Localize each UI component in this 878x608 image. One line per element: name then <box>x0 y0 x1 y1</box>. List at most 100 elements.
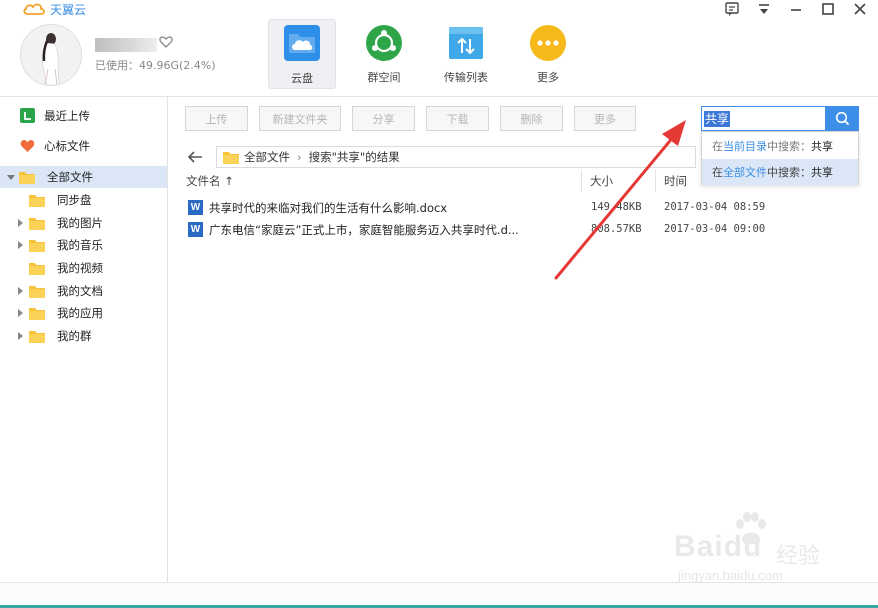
word-doc-icon: W <box>188 222 203 237</box>
sidebar-item-label: 我的图片 <box>57 216 103 230</box>
search-input-value: 共享 <box>704 110 731 127</box>
sidebar-item-label: 我的音乐 <box>57 238 103 252</box>
sidebar-item-label: 我的应用 <box>57 306 103 320</box>
suggestion-keyword: 共享 <box>811 166 833 179</box>
table-row[interactable]: W 共享时代的来临对我们的生活有什么影响.docx 149.48KB 2017-… <box>180 197 860 219</box>
sidebar-item-my-videos[interactable]: 我的视频 <box>0 257 167 279</box>
search-input[interactable]: 共享 <box>701 106 826 131</box>
upload-button[interactable]: 上传 <box>185 106 248 131</box>
back-arrow-icon[interactable] <box>187 150 203 164</box>
suggestion-keyword: 共享 <box>811 140 833 153</box>
file-time: 2017-03-04 08:59 <box>664 201 766 213</box>
watermark-url: jingyan.baidu.com <box>678 568 783 583</box>
sidebar-item-my-music[interactable]: 我的音乐 <box>0 234 167 256</box>
file-name[interactable]: 共享时代的来临对我们的生活有什么影响.docx <box>209 200 447 216</box>
breadcrumb-separator-icon: › <box>297 150 302 164</box>
more-button[interactable]: 更多 <box>574 106 636 131</box>
tab-more[interactable]: 更多 <box>514 19 582 89</box>
tab-cloud-drive[interactable]: 云盘 <box>268 19 336 89</box>
search-button[interactable] <box>825 106 859 131</box>
suggestion-scope: 当前目录 <box>723 140 767 153</box>
cloud-drive-icon <box>284 25 320 61</box>
share-button[interactable]: 分享 <box>352 106 415 131</box>
expand-right-icon[interactable] <box>18 332 23 340</box>
sidebar-item-my-pictures[interactable]: 我的图片 <box>0 212 167 234</box>
word-doc-icon: W <box>188 200 203 215</box>
folder-icon <box>29 218 45 230</box>
tab-label: 传输列表 <box>444 71 488 84</box>
folder-icon <box>223 151 239 164</box>
group-space-icon <box>366 25 402 61</box>
folder-icon <box>29 286 45 298</box>
expand-down-icon[interactable] <box>7 175 15 180</box>
folder-icon <box>29 195 45 207</box>
folder-icon <box>29 240 45 252</box>
feedback-icon[interactable] <box>724 1 740 17</box>
sidebar-item-all-files[interactable]: 全部文件 <box>0 166 167 188</box>
sidebar: 最近上传 心标文件 全部文件 同步盘 我的图片 我的音乐 我的视频 我的文档 我… <box>0 97 168 582</box>
sidebar-item-my-apps[interactable]: 我的应用 <box>0 302 167 324</box>
suggestion-scope: 全部文件 <box>723 166 767 179</box>
sidebar-item-my-documents[interactable]: 我的文档 <box>0 280 167 302</box>
sidebar-item-my-groups[interactable]: 我的群 <box>0 325 167 347</box>
suggestion-all-files[interactable]: 在 全部文件 中搜索： 共享 <box>702 159 858 185</box>
menu-icon[interactable] <box>756 1 772 17</box>
folder-icon <box>29 308 45 320</box>
expand-right-icon[interactable] <box>18 219 23 227</box>
column-header-time[interactable]: 时间 <box>664 168 687 194</box>
expand-right-icon[interactable] <box>18 241 23 249</box>
breadcrumb-root[interactable]: 全部文件 <box>244 149 290 165</box>
folder-icon <box>19 172 35 184</box>
more-icon <box>530 25 566 61</box>
tab-transfer-list[interactable]: 传输列表 <box>432 19 500 89</box>
watermark-sub: 经验 <box>776 544 821 569</box>
suggestion-prefix: 在 <box>712 166 723 179</box>
folder-icon <box>29 331 45 343</box>
sidebar-item-label: 我的群 <box>57 329 92 343</box>
expand-right-icon[interactable] <box>18 287 23 295</box>
table-row[interactable]: W 广东电信“家庭云”正式上市，家庭智能服务迈入共享时代.d... 808.57… <box>180 219 860 241</box>
tab-label: 群空间 <box>367 71 401 84</box>
folder-icon <box>29 263 45 275</box>
heart-icon <box>20 140 35 152</box>
breadcrumb-current: 搜索"共享"的结果 <box>308 150 400 164</box>
breadcrumb: 全部文件 › 搜索"共享"的结果 <box>216 146 696 168</box>
download-button[interactable]: 下载 <box>426 106 489 131</box>
suggestion-suffix: 中搜索： <box>767 140 811 153</box>
file-time: 2017-03-04 09:00 <box>664 223 766 235</box>
sidebar-item-label: 我的文档 <box>57 284 103 298</box>
column-divider[interactable] <box>581 170 582 192</box>
column-divider[interactable] <box>655 170 656 192</box>
username-redacted <box>95 38 157 52</box>
search-suggestions: 在 当前目录 中搜索： 共享 在 全部文件 中搜索： 共享 <box>701 131 859 185</box>
close-icon[interactable] <box>852 1 868 17</box>
delete-button[interactable]: 删除 <box>500 106 563 131</box>
avatar-photo-icon <box>21 25 81 85</box>
favorite-heart-icon[interactable] <box>159 35 173 49</box>
search-icon <box>835 111 849 126</box>
column-header-name[interactable]: 文件名 ↑ <box>186 168 234 194</box>
sidebar-item-label: 全部文件 <box>47 170 93 184</box>
tab-label: 更多 <box>537 71 559 84</box>
file-name[interactable]: 广东电信“家庭云”正式上市，家庭智能服务迈入共享时代.d... <box>209 222 519 238</box>
file-size: 808.57KB <box>591 223 642 235</box>
transfer-list-icon <box>449 27 483 59</box>
app-title: 天翼云 <box>50 2 87 17</box>
status-bar <box>0 582 878 608</box>
column-header-size[interactable]: 大小 <box>590 168 613 194</box>
suggestion-suffix: 中搜索： <box>767 166 811 179</box>
new-folder-button[interactable]: 新建文件夹 <box>259 106 341 131</box>
recent-upload-icon <box>20 108 35 123</box>
expand-right-icon[interactable] <box>18 309 23 317</box>
maximize-icon[interactable] <box>820 1 836 17</box>
app-logo: 天翼云 <box>22 1 86 17</box>
sidebar-item-favorites[interactable]: 心标文件 <box>0 135 167 157</box>
minimize-icon[interactable] <box>788 1 804 17</box>
avatar[interactable] <box>20 24 82 86</box>
sidebar-item-recent-upload[interactable]: 最近上传 <box>0 105 167 127</box>
sidebar-item-sync-drive[interactable]: 同步盘 <box>0 189 167 211</box>
tab-group-space[interactable]: 群空间 <box>350 19 418 89</box>
suggestion-current-directory[interactable]: 在 当前目录 中搜索： 共享 <box>702 133 858 159</box>
watermark-brand: Baidu <box>674 530 763 563</box>
tab-label: 云盘 <box>291 72 313 85</box>
